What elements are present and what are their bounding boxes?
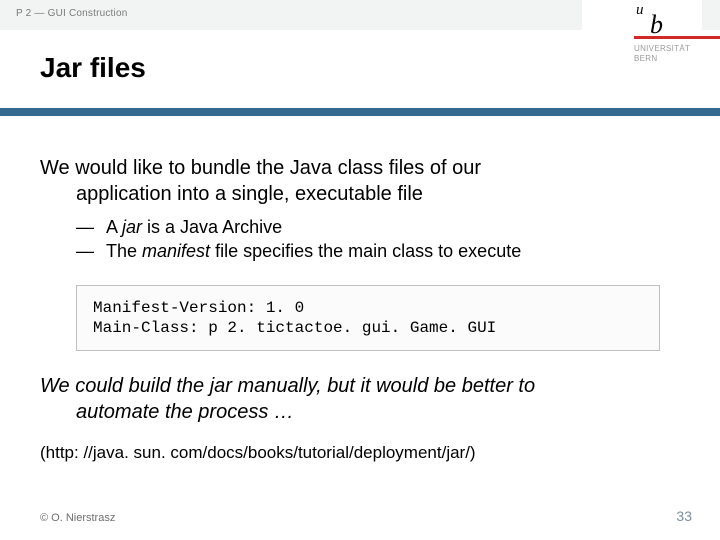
lead-text: We would like to bundle the Java class f… [40, 155, 680, 207]
footer-page-number: 33 [676, 508, 692, 524]
logo-red-bar [634, 36, 720, 39]
logo-text: UNIVERSITÄT BERN [634, 44, 690, 64]
logo-b-glyph: b [650, 10, 663, 39]
reference-link: (http: //java. sun. com/docs/books/tutor… [40, 443, 680, 463]
content-area: We would like to bundle the Java class f… [40, 155, 680, 463]
university-logo: u b UNIVERSITÄT BERN [582, 0, 702, 104]
outro-text: We could build the jar manually, but it … [40, 373, 680, 425]
code-block: Manifest-Version: 1. 0 Main-Class: p 2. … [76, 285, 660, 351]
list-item: — A jar is a Java Archive [76, 215, 680, 239]
slide: P 2 — GUI Construction Jar files u b UNI… [0, 0, 720, 540]
bullet-list: — A jar is a Java Archive — The manifest… [40, 215, 680, 263]
breadcrumb: P 2 — GUI Construction [16, 8, 127, 19]
title-rule [0, 108, 720, 116]
logo-u-glyph: u [636, 2, 644, 19]
list-item: — The manifest file specifies the main c… [76, 239, 680, 263]
page-title: Jar files [40, 52, 146, 84]
footer-copyright: © O. Nierstrasz [40, 512, 115, 524]
